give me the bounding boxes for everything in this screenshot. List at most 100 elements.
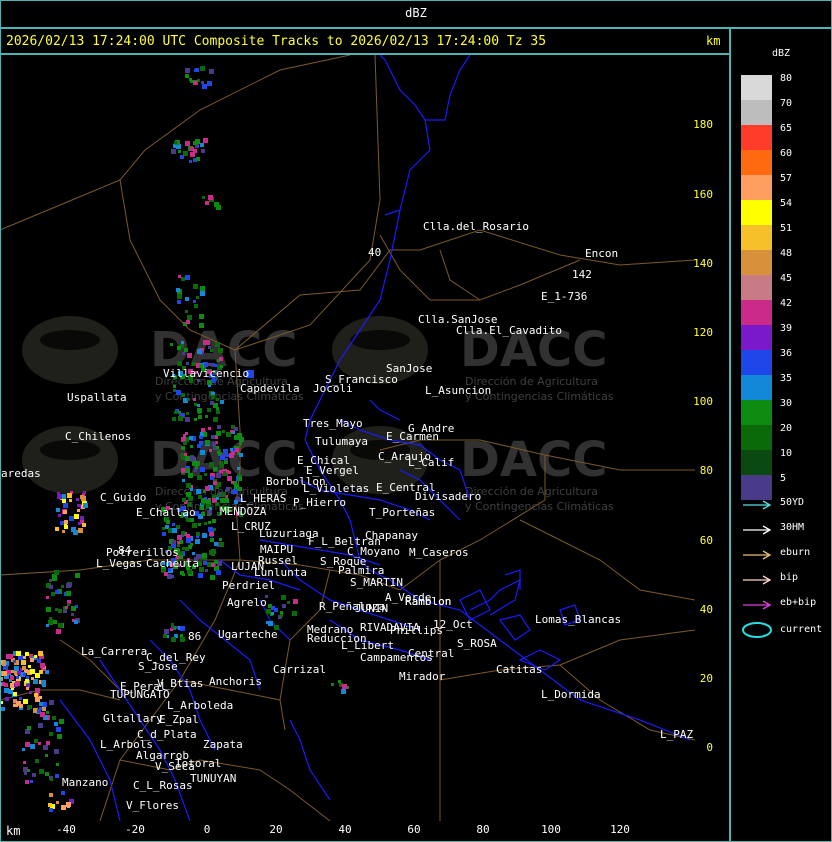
echo-pixel — [39, 769, 44, 774]
track-label-eburn: eburn — [780, 547, 811, 558]
echo-pixel — [219, 542, 224, 547]
place-label: 84 — [118, 544, 132, 557]
place-label: Gltallary — [103, 712, 163, 725]
echo-pixel — [17, 671, 21, 675]
x-tick-label: 120 — [610, 823, 630, 836]
track-label-current: current — [780, 624, 823, 635]
echo-pixel — [171, 623, 174, 626]
header-text: 2026/02/13 17:24:00 UTC Composite Tracks… — [6, 34, 547, 49]
echo-pixel — [38, 651, 43, 656]
place-label: Divisadero — [415, 490, 481, 503]
echo-pixel — [230, 448, 233, 451]
echo-pixel — [226, 432, 231, 437]
echo-pixel — [198, 495, 202, 499]
echo-pixel — [208, 527, 213, 532]
echo-pixel — [184, 453, 187, 456]
echo-pixel — [19, 697, 22, 700]
echo-pixel — [25, 679, 29, 683]
echo-pixel — [24, 772, 27, 775]
echo-pixel — [237, 476, 242, 481]
echo-pixel — [181, 453, 184, 456]
place-label: 86 — [188, 630, 201, 643]
echo-pixel — [200, 291, 205, 296]
echo-pixel — [218, 348, 223, 353]
echo-pixel — [214, 560, 218, 564]
echo-pixel — [177, 300, 181, 304]
legend-swatch-42 — [741, 300, 772, 325]
echo-pixel — [171, 637, 176, 642]
y-tick-label: 180 — [693, 118, 713, 131]
echo-pixel — [189, 160, 192, 163]
echo-pixel — [66, 802, 71, 807]
echo-pixel — [195, 139, 200, 144]
echo-pixel — [182, 352, 185, 355]
place-label: Tres_Mayo — [303, 417, 363, 430]
echo-pixel — [203, 138, 208, 143]
echo-pixel — [287, 601, 290, 604]
echo-pixel — [35, 759, 39, 763]
legend-label-39: 39 — [780, 323, 793, 334]
legend-label-35: 35 — [780, 373, 793, 384]
echo-pixel — [16, 676, 19, 679]
place-label: aredas — [1, 467, 41, 480]
echo-pixel — [219, 470, 222, 473]
echo-pixel — [163, 634, 167, 638]
echo-pixel — [11, 670, 14, 673]
echo-pixel — [280, 614, 283, 617]
echo-pixel — [1, 660, 3, 663]
echo-pixel — [205, 415, 208, 418]
echo-pixel — [25, 780, 29, 784]
echo-pixel — [185, 310, 188, 313]
echo-pixel — [27, 705, 31, 709]
echo-pixel — [226, 454, 229, 457]
echo-pixel — [56, 629, 61, 634]
echo-pixel — [49, 700, 54, 705]
echo-pixel — [217, 425, 221, 429]
echo-pixel — [239, 442, 242, 445]
echo-pixel — [10, 676, 14, 680]
echo-pixel — [174, 141, 177, 144]
echo-pixel — [181, 341, 184, 344]
echo-pixel — [226, 470, 229, 473]
echo-pixel — [185, 468, 190, 473]
echo-pixel — [280, 611, 283, 614]
legend-swatch-20 — [741, 425, 772, 450]
echo-pixel — [216, 398, 219, 401]
echo-pixel — [185, 417, 190, 422]
watermark-line1: Dirección de Agricultura — [465, 485, 598, 498]
place-label: Encon — [585, 247, 618, 260]
echo-pixel — [76, 498, 79, 501]
echo-pixel — [192, 552, 195, 555]
track-symbol-current — [741, 621, 775, 638]
echo-pixel — [22, 666, 26, 670]
echo-pixel — [27, 769, 30, 772]
echo-pixel — [200, 467, 205, 472]
echo-pixel — [181, 446, 185, 450]
echo-pixel — [210, 349, 213, 352]
echo-pixel — [214, 542, 218, 546]
echo-pixel — [49, 808, 53, 812]
track-symbol-30HM — [741, 521, 775, 535]
place-label: Manzano — [62, 776, 108, 789]
echo-pixel — [180, 155, 184, 159]
x-tick-label: 100 — [541, 823, 561, 836]
place-label: Uspallata — [67, 391, 127, 404]
echo-pixel — [64, 520, 68, 524]
echo-pixel — [58, 514, 61, 517]
echo-pixel — [271, 612, 274, 615]
echo-pixel — [196, 532, 200, 536]
echo-pixel — [216, 446, 219, 449]
echo-pixel — [195, 466, 198, 469]
track-label-30HM: 30HM — [780, 522, 805, 533]
header-unit-label: km — [706, 34, 721, 48]
echo-pixel — [210, 476, 214, 480]
place-label: C_Guido — [100, 491, 146, 504]
echo-pixel — [209, 449, 212, 452]
echo-pixel — [34, 739, 38, 743]
radar-map[interactable]: DACCDirección de Agriculturay Contingenc… — [0, 54, 730, 842]
y-tick-label: 20 — [700, 672, 713, 685]
echo-pixel — [193, 284, 198, 289]
echo-pixel — [171, 626, 174, 629]
echo-pixel — [342, 684, 347, 689]
x-tick-label: 80 — [476, 823, 489, 836]
